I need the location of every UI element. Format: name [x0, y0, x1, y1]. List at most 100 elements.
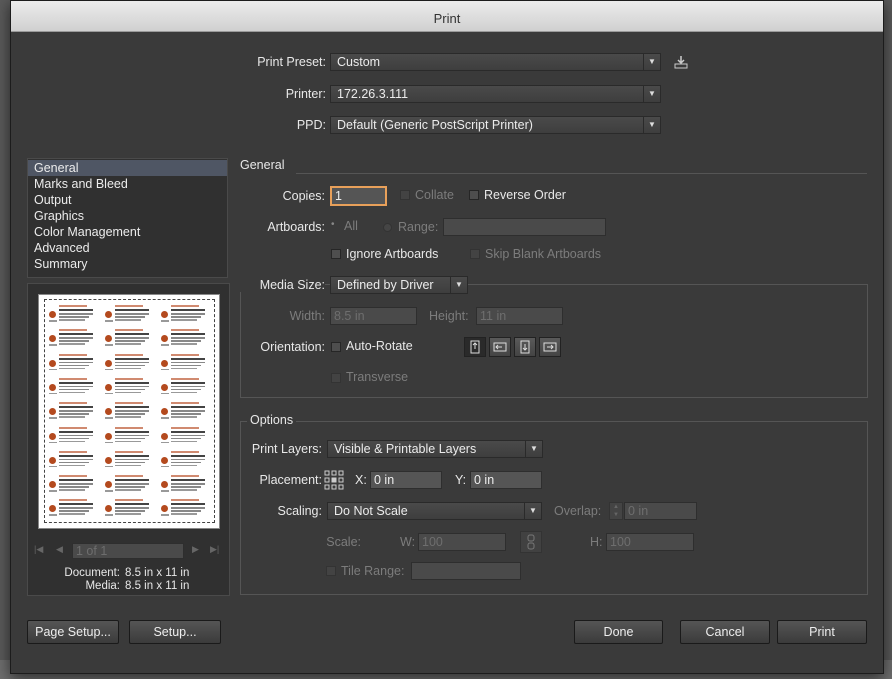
label-thumbnail	[160, 426, 210, 450]
reverse-order-checkbox[interactable]	[469, 190, 479, 200]
placement-grid-icon[interactable]	[324, 470, 344, 490]
label-thumbnail	[48, 377, 98, 401]
range-label: Range:	[398, 220, 439, 234]
scale-w-input[interactable]: 100	[418, 533, 506, 551]
sidebar-item-marks-and-bleed[interactable]: Marks and Bleed	[28, 176, 227, 192]
orientation-label: Orientation:	[260, 340, 325, 354]
print-preset-dropdown[interactable]: Custom ▼	[330, 53, 661, 71]
printer-dropdown[interactable]: 172.26.3.111 ▼	[330, 85, 661, 103]
width-input[interactable]: 8.5 in	[330, 307, 417, 325]
ignore-artboards-checkbox[interactable]	[331, 249, 341, 259]
scale-w-label: W:	[400, 535, 416, 549]
all-label: All	[344, 219, 358, 233]
title-bar: Print	[11, 1, 883, 32]
general-divider	[296, 173, 867, 174]
chevron-down-icon: ▼	[643, 54, 660, 70]
label-thumbnail	[104, 328, 154, 352]
label-thumbnail	[48, 426, 98, 450]
range-radio[interactable]	[383, 223, 392, 232]
tile-range-checkbox[interactable]	[326, 566, 336, 576]
category-list[interactable]: General Marks and Bleed Output Graphics …	[27, 158, 228, 278]
collate-label: Collate	[415, 188, 454, 202]
label-thumbnail	[160, 304, 210, 328]
label-thumbnail	[160, 328, 210, 352]
label-thumbnail	[104, 450, 154, 474]
page-number-field[interactable]: 1 of 1	[72, 543, 184, 559]
print-layers-dropdown[interactable]: Visible & Printable Layers ▼	[327, 440, 543, 458]
print-layers-label: Print Layers:	[251, 442, 322, 456]
sidebar-item-color-management[interactable]: Color Management	[28, 224, 227, 240]
label-thumbnail	[104, 377, 154, 401]
ppd-dropdown[interactable]: Default (Generic PostScript Printer) ▼	[330, 116, 661, 134]
setup-button[interactable]: Setup...	[129, 620, 221, 644]
label-thumbnail	[48, 304, 98, 328]
overlap-label: Overlap:	[554, 504, 602, 518]
previous-page-icon[interactable]: ◀	[56, 544, 64, 556]
collate-checkbox[interactable]	[400, 190, 410, 200]
ignore-artboards-label: Ignore Artboards	[346, 247, 439, 261]
ppd-label: PPD:	[296, 118, 326, 132]
printer-value: 172.26.3.111	[337, 87, 409, 101]
print-layers-value: Visible & Printable Layers	[334, 442, 477, 456]
range-input[interactable]	[443, 218, 606, 236]
sidebar-item-output[interactable]: Output	[28, 192, 227, 208]
sidebar-item-summary[interactable]: Summary	[28, 256, 227, 272]
last-page-icon[interactable]: ▶|	[210, 544, 222, 556]
sidebar-item-advanced[interactable]: Advanced	[28, 240, 227, 256]
scale-h-input[interactable]: 100	[606, 533, 694, 551]
label-thumbnail	[104, 304, 154, 328]
copies-input[interactable]: 1	[330, 186, 387, 206]
label-thumbnail	[160, 353, 210, 377]
transverse-checkbox[interactable]	[331, 373, 341, 383]
media-size-info-value: 8.5 in x 11 in	[125, 580, 190, 592]
print-preset-label: Print Preset:	[257, 55, 326, 69]
label-thumbnail	[160, 498, 210, 522]
imageable-area	[44, 299, 215, 523]
media-size-dropdown[interactable]: Defined by Driver ▼	[330, 276, 468, 294]
print-preset-value: Custom	[337, 55, 381, 69]
width-label: Width:	[289, 309, 325, 323]
label-thumbnail	[104, 426, 154, 450]
skip-blank-artboards-checkbox[interactable]	[470, 249, 480, 259]
y-input[interactable]: 0 in	[470, 471, 542, 489]
reverse-landscape-orientation-icon[interactable]	[539, 337, 561, 357]
overlap-input[interactable]: 0 in	[624, 502, 697, 520]
label-thumbnail	[104, 353, 154, 377]
scaling-value: Do Not Scale	[334, 504, 408, 518]
printer-label: Printer:	[285, 87, 326, 101]
preview-page[interactable]	[38, 294, 220, 529]
height-input[interactable]: 11 in	[476, 307, 563, 325]
x-input[interactable]: 0 in	[370, 471, 442, 489]
auto-rotate-checkbox[interactable]	[331, 342, 341, 352]
cancel-button[interactable]: Cancel	[680, 620, 770, 644]
artboards-label: Artboards:	[267, 220, 325, 234]
document-size-label: Document:	[64, 567, 120, 579]
page-setup-button[interactable]: Page Setup...	[27, 620, 119, 644]
auto-rotate-label: Auto-Rotate	[346, 339, 413, 353]
chevron-down-icon: ▼	[450, 277, 467, 293]
scale-h-label: H:	[590, 535, 603, 549]
constrain-proportions-icon[interactable]	[520, 531, 542, 553]
next-page-icon[interactable]: ▶	[192, 544, 200, 556]
skip-blank-artboards-label: Skip Blank Artboards	[485, 247, 602, 261]
print-button[interactable]: Print	[777, 620, 867, 644]
label-thumbnail	[104, 401, 154, 425]
all-radio[interactable]: •	[331, 219, 339, 231]
label-thumbnail	[48, 353, 98, 377]
reverse-portrait-orientation-icon[interactable]	[514, 337, 536, 357]
scale-label: Scale:	[326, 535, 361, 549]
label-thumbnail	[104, 498, 154, 522]
landscape-orientation-icon[interactable]	[489, 337, 511, 357]
sidebar-item-graphics[interactable]: Graphics	[28, 208, 227, 224]
done-button[interactable]: Done	[574, 620, 663, 644]
chevron-down-icon: ▼	[643, 117, 660, 133]
chevron-down-icon: ▼	[643, 86, 660, 102]
first-page-icon[interactable]: |◀	[34, 544, 44, 556]
sidebar-item-general[interactable]: General	[28, 160, 227, 176]
scaling-dropdown[interactable]: Do Not Scale ▼	[327, 502, 542, 520]
overlap-stepper[interactable]: ▲ ▼	[609, 502, 623, 520]
save-preset-icon[interactable]	[673, 55, 689, 69]
media-size-label: Media Size:	[240, 278, 325, 292]
tile-range-input[interactable]	[411, 562, 521, 580]
portrait-orientation-icon[interactable]	[464, 337, 486, 357]
